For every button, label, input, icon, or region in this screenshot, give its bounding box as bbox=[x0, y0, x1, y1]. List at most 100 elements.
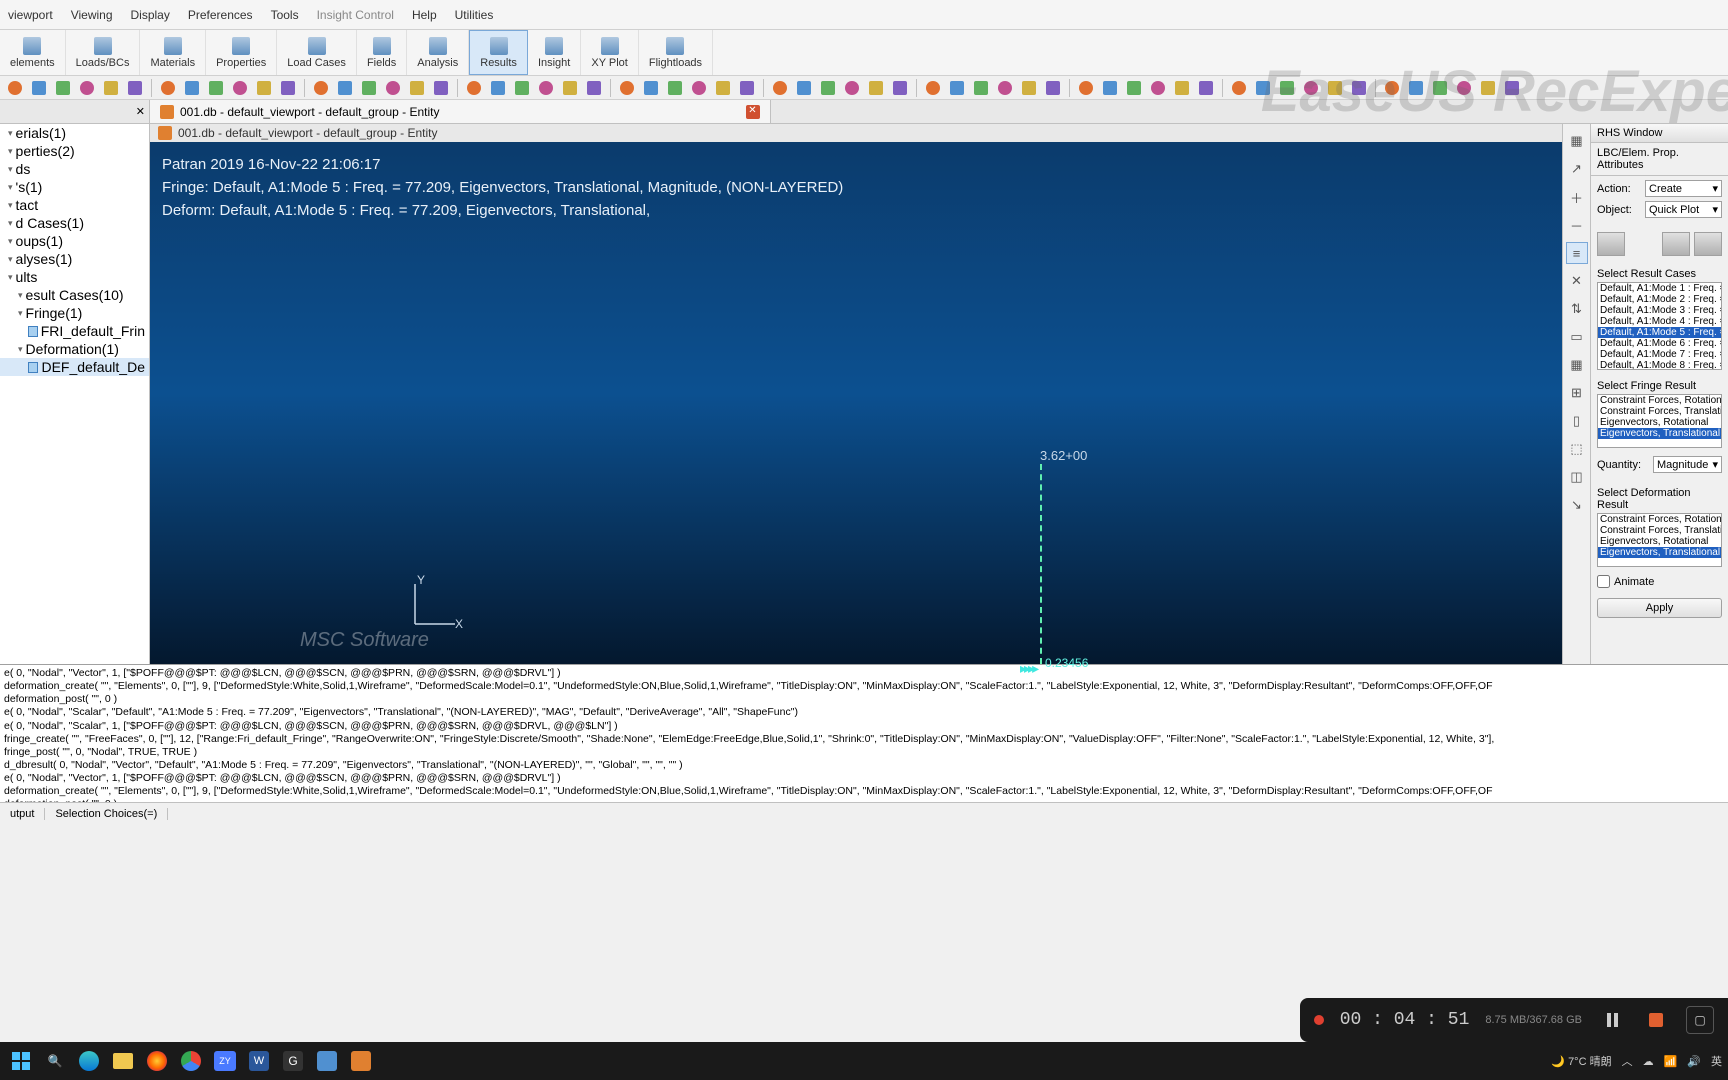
apply-button[interactable]: Apply bbox=[1597, 598, 1722, 618]
toolbar-btn-56[interactable] bbox=[1429, 78, 1451, 98]
ribbon-elements[interactable]: elements bbox=[0, 30, 66, 75]
ime-indicator[interactable]: 英 bbox=[1711, 1053, 1722, 1069]
view-icon-3[interactable] bbox=[1694, 232, 1722, 256]
toolbar-btn-38[interactable] bbox=[970, 78, 992, 98]
toolbar-btn-16[interactable] bbox=[406, 78, 428, 98]
explorer-icon[interactable] bbox=[108, 1046, 138, 1076]
vtoolbar-btn-0[interactable]: ▦ bbox=[1566, 130, 1588, 152]
menu-viewport[interactable]: viewport bbox=[8, 8, 53, 22]
tree-item[interactable]: ▾ds bbox=[0, 160, 149, 178]
stop-button[interactable] bbox=[1642, 1006, 1670, 1034]
pause-button[interactable] bbox=[1598, 1006, 1626, 1034]
command-console[interactable]: e( 0, "Nodal", "Vector", 1, ["$POFF@@@$P… bbox=[0, 664, 1728, 802]
list-item[interactable]: Default, A1:Mode 1 : Freq. = bbox=[1598, 283, 1721, 294]
toolbar-btn-19[interactable] bbox=[487, 78, 509, 98]
list-item[interactable]: Constraint Forces, Rotational bbox=[1598, 395, 1721, 406]
toolbar-btn-13[interactable] bbox=[334, 78, 356, 98]
vtoolbar-btn-9[interactable]: ⊞ bbox=[1566, 382, 1588, 404]
action-combo[interactable]: Create▾ bbox=[1645, 180, 1722, 197]
screenshot-button[interactable]: ▢ bbox=[1686, 1006, 1714, 1034]
list-item[interactable]: Default, A1:Mode 8 : Freq. = bbox=[1598, 360, 1721, 370]
tree-item[interactable]: ▾'s(1) bbox=[0, 178, 149, 196]
ribbon-flightloads[interactable]: Flightloads bbox=[639, 30, 713, 75]
menu-insight-control[interactable]: Insight Control bbox=[317, 8, 394, 22]
tree-item[interactable]: ▾Deformation(1) bbox=[0, 340, 149, 358]
toolbar-btn-50[interactable] bbox=[1276, 78, 1298, 98]
tree-item[interactable]: ▾perties(2) bbox=[0, 142, 149, 160]
list-item[interactable]: Constraint Forces, Translation bbox=[1598, 525, 1721, 536]
toolbar-btn-34[interactable] bbox=[865, 78, 887, 98]
tree-item[interactable]: ▾ults bbox=[0, 268, 149, 286]
list-item[interactable]: Default, A1:Mode 6 : Freq. = bbox=[1598, 338, 1721, 349]
toolbar-btn-31[interactable] bbox=[793, 78, 815, 98]
toolbar-btn-53[interactable] bbox=[1348, 78, 1370, 98]
toolbar-btn-40[interactable] bbox=[1018, 78, 1040, 98]
toolbar-btn-9[interactable] bbox=[229, 78, 251, 98]
tree-item[interactable]: ▾oups(1) bbox=[0, 232, 149, 250]
toolbar-btn-18[interactable] bbox=[463, 78, 485, 98]
vtoolbar-btn-8[interactable]: ▦ bbox=[1566, 354, 1588, 376]
ribbon-results[interactable]: Results bbox=[469, 30, 528, 75]
toolbar-btn-3[interactable] bbox=[76, 78, 98, 98]
menu-tools[interactable]: Tools bbox=[271, 8, 299, 22]
ribbon-fields[interactable]: Fields bbox=[357, 30, 407, 75]
document-tab[interactable]: 001.db - default_viewport - default_grou… bbox=[150, 100, 771, 123]
vtoolbar-btn-13[interactable]: ↘ bbox=[1566, 494, 1588, 516]
weather-widget[interactable]: 🌙 7°C 晴朗 bbox=[1551, 1053, 1611, 1069]
vtoolbar-btn-11[interactable]: ⬚ bbox=[1566, 438, 1588, 460]
app-blue-icon[interactable] bbox=[312, 1046, 342, 1076]
close-tab-icon[interactable]: ✕ bbox=[746, 105, 760, 119]
tree-close-icon[interactable]: ✕ bbox=[136, 105, 145, 118]
tree-item[interactable]: ▾alyses(1) bbox=[0, 250, 149, 268]
menu-display[interactable]: Display bbox=[131, 8, 170, 22]
toolbar-btn-48[interactable] bbox=[1228, 78, 1250, 98]
list-item[interactable]: Default, A1:Mode 2 : Freq. = bbox=[1598, 294, 1721, 305]
toolbar-btn-20[interactable] bbox=[511, 78, 533, 98]
object-combo[interactable]: Quick Plot▾ bbox=[1645, 201, 1722, 218]
toolbar-btn-21[interactable] bbox=[535, 78, 557, 98]
tree-item[interactable]: ▾esult Cases(10) bbox=[0, 286, 149, 304]
animate-checkbox[interactable]: Animate bbox=[1591, 571, 1728, 592]
tray-chevron-icon[interactable]: ︿ bbox=[1622, 1053, 1633, 1069]
toolbar-btn-33[interactable] bbox=[841, 78, 863, 98]
toolbar-btn-28[interactable] bbox=[712, 78, 734, 98]
toolbar-btn-37[interactable] bbox=[946, 78, 968, 98]
menu-utilities[interactable]: Utilities bbox=[455, 8, 494, 22]
toolbar-btn-15[interactable] bbox=[382, 78, 404, 98]
toolbar-btn-49[interactable] bbox=[1252, 78, 1274, 98]
toolbar-btn-26[interactable] bbox=[664, 78, 686, 98]
toolbar-btn-11[interactable] bbox=[277, 78, 299, 98]
toolbar-btn-46[interactable] bbox=[1171, 78, 1193, 98]
tree-item[interactable]: ▾erials(1) bbox=[0, 124, 149, 142]
toolbar-btn-17[interactable] bbox=[430, 78, 452, 98]
toolbar-btn-2[interactable] bbox=[52, 78, 74, 98]
vtoolbar-btn-1[interactable]: ↗ bbox=[1566, 158, 1588, 180]
menu-viewing[interactable]: Viewing bbox=[71, 8, 113, 22]
ribbon-loadsbcs[interactable]: Loads/BCs bbox=[66, 30, 141, 75]
word-icon[interactable]: W bbox=[244, 1046, 274, 1076]
list-item[interactable]: Default, A1:Mode 4 : Freq. = bbox=[1598, 316, 1721, 327]
list-item[interactable]: Eigenvectors, Rotational bbox=[1598, 417, 1721, 428]
toolbar-btn-57[interactable] bbox=[1453, 78, 1475, 98]
viewport[interactable]: 001.db - default_viewport - default_grou… bbox=[150, 124, 1562, 664]
toolbar-btn-10[interactable] bbox=[253, 78, 275, 98]
ribbon-analysis[interactable]: Analysis bbox=[407, 30, 469, 75]
edge-icon[interactable] bbox=[74, 1046, 104, 1076]
toolbar-btn-59[interactable] bbox=[1501, 78, 1523, 98]
toolbar-btn-29[interactable] bbox=[736, 78, 758, 98]
ribbon-materials[interactable]: Materials bbox=[140, 30, 206, 75]
tree-item[interactable]: ▾d Cases(1) bbox=[0, 214, 149, 232]
vtoolbar-btn-10[interactable]: ▯ bbox=[1566, 410, 1588, 432]
toolbar-btn-51[interactable] bbox=[1300, 78, 1322, 98]
toolbar-btn-45[interactable] bbox=[1147, 78, 1169, 98]
tray-volume-icon[interactable]: 🔊 bbox=[1687, 1055, 1701, 1068]
tray-wifi-icon[interactable]: 📶 bbox=[1664, 1055, 1678, 1068]
vtoolbar-btn-3[interactable]: － bbox=[1566, 214, 1588, 236]
toolbar-btn-7[interactable] bbox=[181, 78, 203, 98]
toolbar-btn-22[interactable] bbox=[559, 78, 581, 98]
menu-preferences[interactable]: Preferences bbox=[188, 8, 253, 22]
tree-item[interactable]: ▾tact bbox=[0, 196, 149, 214]
toolbar-btn-52[interactable] bbox=[1324, 78, 1346, 98]
list-item[interactable]: Eigenvectors, Translational bbox=[1598, 428, 1721, 439]
list-item[interactable]: Constraint Forces, Rotational bbox=[1598, 514, 1721, 525]
